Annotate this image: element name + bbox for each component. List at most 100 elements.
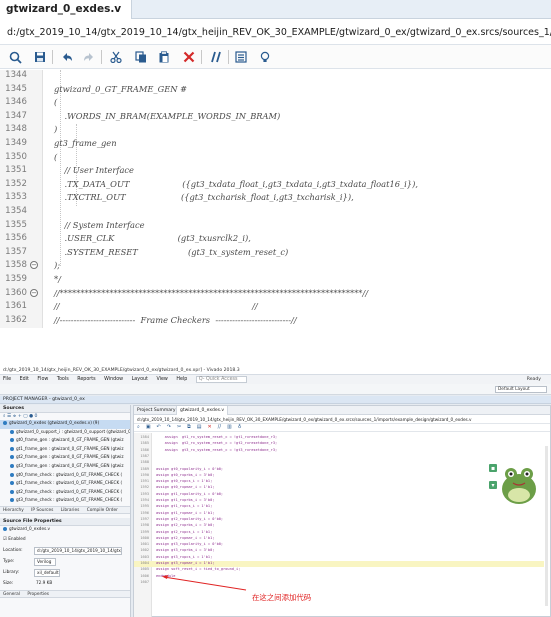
fold-toggle-icon[interactable]: − <box>30 288 38 297</box>
save-icon[interactable] <box>31 48 49 66</box>
line-number: 1358 <box>5 260 27 271</box>
source-tree-item[interactable]: gt2_frame_check : gtwizard_0_GT_FRAME_CH… <box>0 489 130 498</box>
bulb-icon[interactable] <box>256 48 274 66</box>
line-number: 1362 <box>5 314 27 325</box>
code-line[interactable]: 1345 gtwizard_0_GT_FRAME_GEN # <box>0 84 551 98</box>
editor-panel: Project Summary gtwizard_0_exdes.v d:/gt… <box>133 405 551 617</box>
tab-exdes-file[interactable]: gtwizard_0_exdes.v <box>176 406 229 415</box>
line-text: // System Interface <box>54 219 145 230</box>
props-enabled[interactable]: ☑ Enabled <box>0 535 130 546</box>
type-select[interactable]: Verilog <box>34 557 56 566</box>
line-text: ); <box>54 260 61 271</box>
source-tree-item[interactable]: gtwizard_0_exdes (gtwizard_0_exdes.v) (9… <box>0 420 130 429</box>
source-tree-label: gtwizard_0_exdes (gtwizard_0_exdes.v) (9… <box>9 420 100 425</box>
tab-libraries[interactable]: Libraries <box>61 508 80 513</box>
source-tree-item[interactable]: gt0_frame_check : gtwizard_0_GT_FRAME_CH… <box>0 472 130 481</box>
editor-tab-bar: gtwizard_0_exdes.v <box>0 0 551 19</box>
tab-properties[interactable]: Properties <box>27 592 49 597</box>
editor-tab-exdes[interactable]: gtwizard_0_exdes.v <box>0 0 132 19</box>
line-number: 1357 <box>5 246 27 257</box>
tab-ip-sources[interactable]: IP Sources <box>31 508 53 513</box>
line-number: 1350 <box>5 151 27 162</box>
code-line[interactable]: 1362 //--------------------------- Frame … <box>0 315 551 328</box>
line-text: .USER_CLK (gt3_txusrclk2_i), <box>54 233 251 244</box>
delete-icon[interactable] <box>180 48 198 66</box>
search-icon[interactable] <box>6 48 24 66</box>
cut-icon[interactable] <box>107 48 125 66</box>
editor-scrollbar[interactable] <box>545 446 548 606</box>
line-text: .SYSTEM_RESET (gt3_tx_system_reset_c) <box>54 246 289 257</box>
source-tree-label: gt3_frame_gen : gtwizard_0_GT_FRAME_GEN … <box>16 462 124 468</box>
source-tree-label: gt1_frame_gen : gtwizard_0_GT_FRAME_GEN … <box>16 445 124 451</box>
source-tree-item[interactable]: gt2_frame_gen : gtwizard_0_GT_FRAME_GEN … <box>0 454 130 463</box>
code-line[interactable]: 1355 // System Interface <box>0 220 551 234</box>
paste-icon[interactable] <box>155 48 173 66</box>
code-line[interactable]: 1349 gt3_frame_gen <box>0 138 551 152</box>
source-tree-item[interactable]: gt3_frame_gen : gtwizard_0_GT_FRAME_GEN … <box>0 463 130 472</box>
source-tree-item[interactable]: gt1_frame_gen : gtwizard_0_GT_FRAME_GEN … <box>0 446 130 455</box>
tab-general[interactable]: General <box>3 592 20 597</box>
menu-view[interactable]: View <box>156 377 167 382</box>
comment-icon[interactable] <box>207 48 225 66</box>
code-line[interactable]: 1347 .WORDS_IN_BRAM(EXAMPLE_WORDS_IN_BRA… <box>0 111 551 125</box>
line-text: .TX_DATA_OUT ({gt3_txdata_float_i,gt3_tx… <box>54 178 418 189</box>
sources-toolbar: ⌕ ☰ ≑ + ▢ ● 0 <box>3 414 38 419</box>
line-number: 1356 <box>5 233 27 244</box>
copy-icon[interactable] <box>132 48 150 66</box>
code-editor[interactable]: 1344 1345 gtwizard_0_GT_FRAME_GEN # 1346 (13… <box>0 70 551 328</box>
menu-edit[interactable]: Edit <box>20 377 29 382</box>
source-tree-label: gtwizard_0_support_i : gtwizard_0_suppor… <box>16 428 130 434</box>
code-line[interactable]: 1351 // User Interface <box>0 165 551 179</box>
code-line[interactable]: 1348) <box>0 124 551 138</box>
tab-hierarchy[interactable]: Hierarchy <box>3 508 24 513</box>
module-icon <box>10 481 14 486</box>
source-tree-item[interactable]: gtwizard_0_support_i : gtwizard_0_suppor… <box>0 429 130 438</box>
source-tree-label: gt1_frame_check : gtwizard_0_GT_FRAME_CH… <box>16 480 123 486</box>
code-line[interactable]: 1357 .SYSTEM_RESET (gt3_tx_system_reset_… <box>0 247 551 261</box>
menu-reports[interactable]: Reports <box>77 377 95 382</box>
source-tree-item[interactable]: gt3_frame_check : gtwizard_0_GT_FRAME_CH… <box>0 497 130 506</box>
module-icon <box>10 498 14 503</box>
quick-access-input[interactable]: Q- Quick Access <box>195 376 247 383</box>
library-select[interactable]: xil_defaultlib <box>34 568 60 577</box>
menu-tools[interactable]: Tools <box>57 377 69 382</box>
menu-help[interactable]: Help <box>176 377 187 382</box>
code-line[interactable]: 1350 ( <box>0 152 551 166</box>
menu-window[interactable]: Window <box>104 377 123 382</box>
module-icon <box>10 446 14 451</box>
code-line[interactable]: 1358); − <box>0 260 551 274</box>
code-line[interactable]: 1356 .USER_CLK (gt3_txusrclk2_i), <box>0 233 551 247</box>
layout-select[interactable]: Default Layout <box>495 386 547 393</box>
menu-layout[interactable]: Layout <box>132 377 148 382</box>
code-line[interactable]: 1360 //**********************************… <box>0 288 551 302</box>
sources-header: Sources <box>0 405 130 413</box>
menu-flow[interactable]: Flow <box>37 377 48 382</box>
undo-icon[interactable] <box>58 48 76 66</box>
code-line[interactable]: 1354 <box>0 206 551 220</box>
module-icon <box>10 463 14 468</box>
tab-compile-order[interactable]: Compile Order <box>87 508 118 513</box>
source-tree-label: gt3_frame_check : gtwizard_0_GT_FRAME_CH… <box>16 497 123 503</box>
code-line[interactable]: 1344 <box>0 70 551 84</box>
project-manager-header: PROJECT MANAGER - gtwizard_0_ex <box>0 396 551 404</box>
code-line[interactable]: 1352 .TX_DATA_OUT ({gt3_txdata_float_i,g… <box>0 179 551 193</box>
menu-bar: File Edit Flow Tools Reports Window Layo… <box>0 375 551 384</box>
source-tree-item[interactable]: gt1_frame_check : gtwizard_0_GT_FRAME_CH… <box>0 480 130 489</box>
code-line[interactable]: 1361 // // <box>0 301 551 315</box>
fold-toggle-icon[interactable]: − <box>30 261 38 270</box>
source-tree-label: gt0_frame_check : gtwizard_0_GT_FRAME_CH… <box>16 471 123 477</box>
block-icon[interactable] <box>232 48 250 66</box>
line-number: 1346 <box>5 97 27 108</box>
code-line[interactable]: 1353 .TXCTRL_OUT ({gt3_txcharisk_float_i… <box>0 192 551 206</box>
tab-project-summary[interactable]: Project Summary <box>134 406 179 415</box>
line-number: 1353 <box>5 192 27 203</box>
code-line[interactable]: 1359 */ <box>0 274 551 288</box>
line-text: //**************************************… <box>54 287 369 298</box>
redo-icon[interactable] <box>80 48 98 66</box>
line-text: */ <box>54 274 61 284</box>
menu-file[interactable]: File <box>3 377 11 382</box>
code-line[interactable]: 1346 ( <box>0 97 551 111</box>
line-text: .TXCTRL_OUT ({gt3_txcharisk_float_i,gt3_… <box>54 192 354 203</box>
source-tree-item[interactable]: gt0_frame_gen : gtwizard_0_GT_FRAME_GEN … <box>0 437 130 446</box>
line-number: 1355 <box>5 219 27 230</box>
